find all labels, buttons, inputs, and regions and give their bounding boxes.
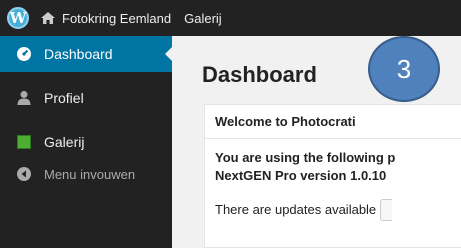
sidebar-item-label: Menu invouwen <box>44 166 136 182</box>
site-name-link[interactable]: Fotokring Eemland <box>62 11 171 26</box>
sidebar-item-galerij[interactable]: Galerij <box>0 124 172 160</box>
updates-text: There are updates available <box>215 202 377 217</box>
user-icon <box>14 88 34 108</box>
step-number-badge: 3 <box>368 36 440 102</box>
panel-body: You are using the following p NextGEN Pr… <box>205 139 461 221</box>
updates-notice: There are updates available <box>215 199 451 221</box>
sidebar-item-collapse-menu[interactable]: Menu invouwen <box>0 156 172 192</box>
panel-line-2: NextGEN Pro version 1.0.10 <box>215 168 387 183</box>
gallery-icon <box>14 132 34 152</box>
sidebar-item-label: Galerij <box>44 134 85 150</box>
welcome-panel: Welcome to Photocrati You are using the … <box>204 104 461 248</box>
dashboard-icon <box>14 44 34 64</box>
sidebar-item-profiel[interactable]: Profiel <box>0 80 172 116</box>
admin-sidebar: Dashboard Profiel Galerij Menu invouwen <box>0 36 173 248</box>
admin-bar: W Fotokring Eemland Galerij <box>0 0 461 36</box>
panel-line-1: You are using the following p <box>215 150 396 165</box>
sidebar-item-label: Dashboard <box>44 46 113 62</box>
collapse-arrow-icon <box>14 164 34 184</box>
home-icon[interactable] <box>40 11 56 25</box>
galerij-link[interactable]: Galerij <box>184 11 222 26</box>
sidebar-item-label: Profiel <box>44 90 84 106</box>
page-title: Dashboard <box>202 62 317 87</box>
wordpress-logo-icon[interactable]: W <box>0 0 36 36</box>
sidebar-item-dashboard[interactable]: Dashboard <box>0 36 173 72</box>
panel-heading: Welcome to Photocrati <box>205 105 461 139</box>
updates-button[interactable] <box>380 199 393 221</box>
